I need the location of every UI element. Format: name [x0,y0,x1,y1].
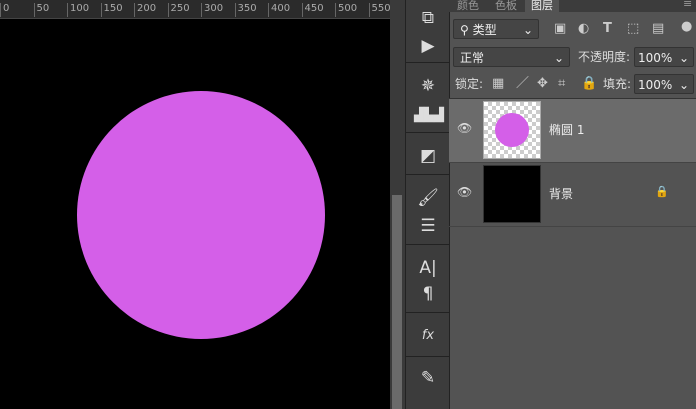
3d-icon[interactable]: ◩ [414,144,442,168]
ruler-tick: 550 [368,3,391,17]
brush-settings-icon[interactable]: ✎ [414,366,442,390]
chevron-down-icon: ⌄ [522,23,533,37]
document-canvas[interactable] [0,19,390,409]
layer-name[interactable]: 椭圆 1 [549,121,584,138]
lock-artboard-icon[interactable]: ⌗ [558,74,565,94]
eye-icon[interactable]: 👁 [457,185,472,199]
tab-color[interactable]: 颜色 [451,0,485,13]
lock-position-icon[interactable]: ✥ [537,74,548,94]
panel-menu-icon[interactable]: ≡ [677,0,696,10]
shape-filter-icon[interactable]: ⬚ [627,19,639,39]
layer-thumbnail [483,165,541,223]
filter-toggle[interactable]: ● [681,17,692,37]
lock-all-icon[interactable]: 🔒 [581,74,597,94]
ellipse-shape[interactable] [77,91,325,339]
histogram-icon[interactable]: ▟▙▟ [414,104,444,128]
ruler-tick: 150 [100,3,123,17]
adjust-icon[interactable]: ☰ [414,214,442,238]
ruler-tick: 350 [234,3,257,17]
ruler-tick: 500 [335,3,357,17]
chevron-down-icon: ⌄ [553,51,564,65]
chevron-down-icon: ⌄ [678,78,689,92]
ruler-tick: 300 [201,3,223,17]
blend-mode-select[interactable]: 正常 ⌄ [453,47,570,67]
panel-dock: ⧉ ▶ ✵ ▟▙▟ ◩ 🖌 ☰ A| ¶ fx ✎ [405,0,450,409]
layer-row-background[interactable]: 👁 背景 🔒 [449,163,696,227]
ruler-tick: 50 [33,3,49,17]
ruler-tick: 250 [167,3,190,17]
scrollbar-thumb[interactable] [392,195,402,409]
paragraph-icon[interactable]: ¶ [414,282,442,306]
search-icon: ⚲ [460,23,473,37]
panel-tabs: 颜色 色板 图层 ≡ [449,0,696,13]
lock-label: 锁定: [455,77,484,91]
smart-object-filter-icon[interactable]: ▤ [652,19,664,39]
play-icon[interactable]: ▶ [414,34,442,58]
chevron-down-icon: ⌄ [678,51,689,65]
ruler-tick: 200 [134,3,156,17]
navigator-icon[interactable]: ✵ [414,74,442,98]
lock-icon: 🔒 [655,185,669,198]
opacity-input[interactable]: 100% ⌄ [634,47,694,67]
layer-name[interactable]: 背景 [549,185,573,202]
tab-layers[interactable]: 图层 [525,0,559,13]
brush-icon[interactable]: 🖌 [414,186,442,210]
tab-swatches[interactable]: 色板 [489,0,523,13]
pixel-filter-icon[interactable]: ▣ [554,19,566,39]
adjustment-filter-icon[interactable]: ◐ [578,19,589,39]
horizontal-ruler: 0 50 100 150 200 250 300 350 400 450 500 550 [0,0,391,19]
ruler-tick: 0 [0,3,9,17]
history-icon[interactable]: ⧉ [414,6,442,30]
lock-pixels-icon[interactable]: ／ [516,74,529,94]
lock-transparency-icon[interactable]: ▦ [492,74,504,94]
fill-label: 填充: [603,77,632,91]
ruler-tick: 400 [268,3,290,17]
ruler-tick: 450 [301,3,324,17]
styles-icon[interactable]: fx [414,324,442,348]
character-icon[interactable]: A| [414,256,442,280]
layer-row-ellipse[interactable]: 👁 椭圆 1 [449,99,696,163]
ruler-tick: 100 [67,3,89,17]
fill-input[interactable]: 100% ⌄ [634,74,694,94]
layer-filter-select[interactable]: ⚲ 类型 ⌄ [453,19,539,39]
type-filter-icon[interactable]: T [603,19,612,39]
opacity-label: 不透明度: [578,50,631,64]
layer-thumbnail [483,101,541,159]
eye-icon[interactable]: 👁 [457,121,472,135]
